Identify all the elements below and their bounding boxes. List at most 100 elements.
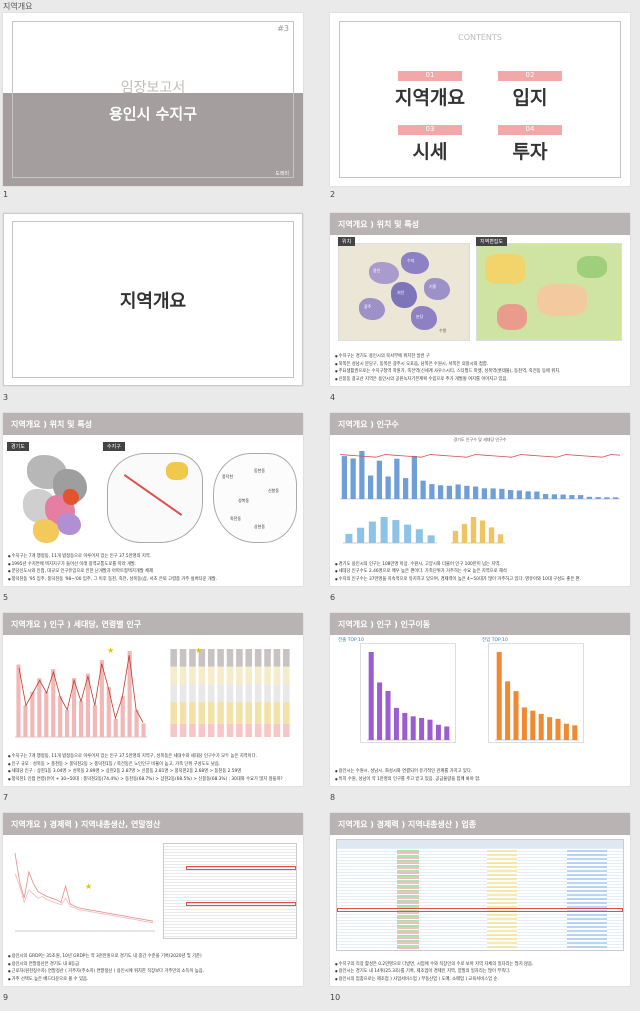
stacked-segment	[264, 666, 271, 685]
bar	[392, 520, 400, 543]
bar	[385, 690, 391, 740]
stacked-segment	[273, 701, 281, 724]
report-subtitle: 용인시 수지구	[108, 105, 198, 123]
bar	[141, 723, 146, 737]
map-tag: 수지구	[103, 442, 125, 451]
bar	[58, 696, 63, 737]
stacked-segment	[217, 701, 224, 724]
stacked-segment	[236, 649, 243, 667]
contents-item[interactable]: 입지	[490, 83, 570, 110]
map-label: 동천동	[254, 468, 266, 473]
bullet-list: 경기도 용인시의 인구는 108만명 이상. 수원시, 고양시와 더불어 인구 …	[335, 561, 625, 583]
bullet: 세대당 인구수도 2.46명으로 매우 높은 편이다. 가족단위가 거주하는 수…	[335, 568, 625, 575]
bar	[569, 495, 575, 499]
bar	[368, 652, 374, 740]
stacked-segment	[273, 684, 281, 702]
bar	[513, 691, 519, 740]
stacked-segment	[236, 701, 243, 724]
slide-header: 지역개요 ) 인구 ) 세대당, 연령별 인구	[3, 613, 303, 635]
stacked-segment	[264, 723, 271, 737]
bar	[410, 716, 416, 740]
slide-9[interactable]: 지역개요 ) 경제력 ) 지역내총생산, 연말정산 ★ 용인시의 GRDP는 3…	[3, 813, 303, 986]
bar	[534, 491, 540, 499]
bar	[578, 495, 584, 499]
heat-column	[397, 850, 419, 950]
bar	[563, 723, 569, 740]
bar	[415, 529, 423, 543]
bullet: 경기도 용인시의 인구는 108만명 이상. 수원시, 고양시와 더불어 인구 …	[335, 561, 625, 568]
stacked-segment	[254, 723, 262, 737]
population-bar-chart	[339, 451, 621, 500]
bar	[385, 476, 391, 499]
bullet: 용인시의 업종으로는 제조업 ) 사업서비스업 ) 부동산업 ) 도매, 소매업…	[335, 976, 625, 983]
map-label: 처인	[397, 290, 405, 295]
stacked-segment	[207, 723, 215, 737]
bar	[78, 700, 84, 737]
bar	[470, 517, 477, 543]
heat-column	[567, 850, 607, 950]
gyeonggi-map	[17, 449, 93, 549]
slide-1[interactable]: #3 임장보고서 용인시 수지구 도레미	[3, 13, 303, 186]
slide-5[interactable]: 지역개요 ) 위치 및 특성 경기도 수지구 풍덕천 동천동 신봉동 성복동 죽…	[3, 413, 303, 586]
bar	[393, 707, 399, 740]
map-label: 성복동	[238, 498, 250, 503]
slide-2[interactable]: CONTENTS 01 지역개요 02 입지 03 시세 04 투자	[330, 13, 630, 186]
contents-item[interactable]: 지역개요	[390, 83, 470, 110]
contents-item[interactable]: 시세	[390, 137, 470, 164]
map-label: 신봉동	[268, 488, 280, 493]
stacked-segment	[217, 666, 224, 685]
bar	[404, 524, 412, 543]
contents-item[interactable]: 투자	[490, 137, 570, 164]
bar	[429, 484, 435, 499]
age-stacked-chart: ★	[170, 646, 290, 737]
stacked-segment	[254, 701, 262, 724]
slide-number: 6	[330, 593, 336, 602]
bar	[427, 535, 435, 543]
stacked-segment	[198, 723, 206, 737]
bullet: 주요생활권으로는 수지구청역 학원가, 죽전역(신세계 사우스시티, 스타필드 …	[335, 368, 625, 375]
bar	[505, 681, 511, 740]
slide-7[interactable]: 지역개요 ) 인구 ) 세대당, 연령별 인구 ★ ★ 수지구는 7개 행정동,…	[3, 613, 303, 786]
bar	[420, 480, 426, 499]
map-label: 상현동	[254, 524, 266, 529]
bullet: 용인시는 경기도 내 14위(25.3조)를 기록, 제조업이 경제인 지역, …	[335, 968, 625, 975]
bar	[16, 664, 21, 737]
bar	[461, 523, 468, 543]
stacked-segment	[189, 723, 196, 737]
stacked-segment	[217, 684, 224, 702]
rail-line	[123, 474, 183, 516]
frame	[12, 21, 294, 178]
bar	[37, 678, 42, 737]
bar	[497, 534, 504, 543]
stacked-segment	[283, 723, 290, 737]
stacked-segment	[179, 701, 187, 724]
bullet: 수지구의 직장 활성은 0.2만명으로 다방면, 시업체 수와 직장인의 수로 …	[335, 961, 625, 968]
zone-shape	[497, 304, 527, 330]
slide-6[interactable]: 지역개요 ) 인구수 경기도 인구수 및 세대당 인구수 경기도 용인시의 인구…	[330, 413, 630, 586]
highlight-row	[337, 908, 623, 912]
slide-8[interactable]: 지역개요 ) 인구 ) 인구이동 전출 TOP 10 전입 TOP 10 용인시…	[330, 613, 630, 786]
zone-shape	[485, 254, 525, 284]
slide-10[interactable]: 지역개요 ) 경제력 ) 지역내총생산 ) 업종 수지구의 직장 활성은 0.2…	[330, 813, 630, 986]
stacked-segment	[207, 701, 215, 724]
table-header	[337, 840, 623, 848]
series-line	[14, 853, 154, 922]
stacked-segment	[189, 701, 196, 724]
slide-number: 3	[3, 393, 9, 402]
slide-3[interactable]: 지역개요	[3, 213, 303, 386]
stacked-segment	[264, 649, 271, 667]
bullet-list: 용인시는 수원시, 성남시, 화성시와 연결되어 유기적인 관계를 가지고 있다…	[335, 768, 625, 783]
bar	[481, 488, 487, 499]
region-shape	[411, 306, 437, 330]
stacked-segment	[226, 649, 234, 667]
stacked-segment	[189, 666, 196, 685]
bar	[419, 718, 425, 740]
slide-4[interactable]: 지역개요 ) 위치 및 특성 용인 수지 기흥 처인 광주 분당 수원 위치 지…	[330, 213, 630, 386]
bullet: 특히 수원, 성남이 약 1만명의 인구를 주고 받고 있음. 공급물량을 함께…	[335, 776, 625, 783]
bar	[402, 712, 408, 740]
stacked-segment	[179, 649, 187, 667]
bullet: 수지구는 7개 행정동, 11개 법정동으로 이루어져 있는 인구 37.5만명…	[8, 553, 298, 560]
slide-number: 4	[330, 393, 336, 402]
slide-number: 7	[3, 793, 9, 802]
bar	[538, 713, 544, 740]
